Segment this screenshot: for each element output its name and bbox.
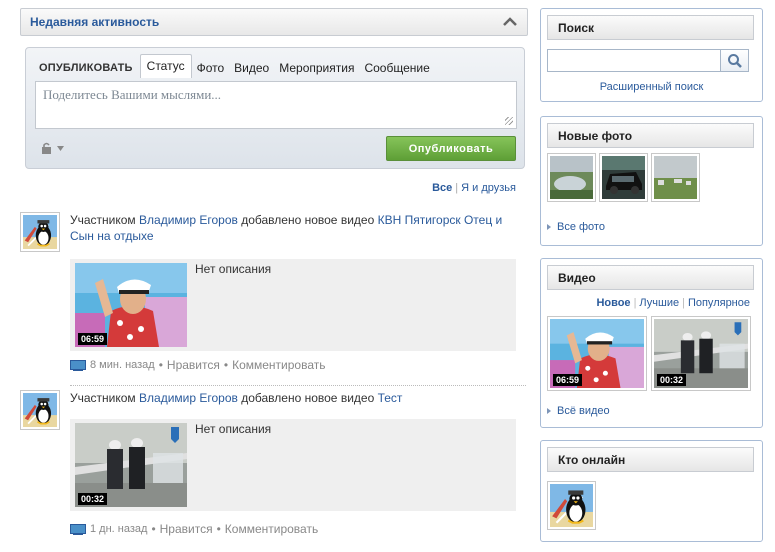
tab-video[interactable]: Видео bbox=[229, 58, 274, 78]
avatar[interactable] bbox=[20, 212, 60, 252]
tab-status[interactable]: Статус bbox=[139, 54, 192, 78]
video-description: Нет описания bbox=[195, 422, 272, 436]
video-thumbnail[interactable]: 06:59 bbox=[547, 316, 647, 391]
privacy-selector[interactable] bbox=[41, 142, 64, 154]
online-widget: Кто онлайн bbox=[540, 440, 763, 542]
publisher-tabs: ОПУБЛИКОВАТЬ Статус Фото Видео Мероприят… bbox=[39, 54, 435, 78]
activity-header: Недавняя активность bbox=[20, 8, 528, 36]
video-thumbnail[interactable]: 00:32 bbox=[651, 316, 751, 391]
activity-title: Недавняя активность bbox=[30, 15, 160, 29]
video-thumbnail[interactable]: 06:59 bbox=[75, 263, 187, 347]
feed-meta: 8 мин. назад • Нравится • Комментировать bbox=[70, 358, 326, 372]
search-icon bbox=[727, 53, 742, 68]
tab-events[interactable]: Мероприятия bbox=[274, 58, 359, 78]
filter-separator: | bbox=[455, 182, 459, 194]
video-tab-new[interactable]: Новое bbox=[596, 297, 630, 309]
search-widget: Поиск Расширенный поиск bbox=[540, 8, 763, 102]
video-widget: Видео Новое | Лучшие | Популярное 06:59 … bbox=[540, 258, 763, 428]
feed-text: Участником Владимир Егоров добавлено нов… bbox=[70, 213, 503, 243]
video-duration: 00:32 bbox=[78, 493, 108, 505]
feed-user-link[interactable]: Владимир Егоров bbox=[139, 213, 238, 227]
collapse-icon[interactable] bbox=[501, 13, 519, 31]
video-widget-title: Видео bbox=[547, 265, 754, 290]
video-thumbnail[interactable]: 00:32 bbox=[75, 423, 187, 507]
comment-link[interactable]: Комментировать bbox=[225, 522, 318, 536]
advanced-search-link[interactable]: Расширенный поиск bbox=[600, 81, 704, 93]
feed-time: 8 мин. назад bbox=[90, 359, 155, 371]
video-duration: 00:32 bbox=[657, 374, 687, 386]
status-placeholder: Поделитесь Вашими мыслями... bbox=[43, 87, 222, 102]
video-tab-best[interactable]: Лучшие bbox=[639, 297, 679, 309]
publish-button[interactable]: Опубликовать bbox=[386, 136, 516, 161]
media-box: 06:59 Нет описания bbox=[70, 259, 516, 351]
filter-all[interactable]: Все bbox=[432, 182, 452, 194]
caret-right-icon bbox=[547, 224, 551, 230]
video-type-icon bbox=[70, 524, 86, 535]
search-widget-title: Поиск bbox=[547, 15, 754, 40]
publisher-box: ОПУБЛИКОВАТЬ Статус Фото Видео Мероприят… bbox=[25, 47, 525, 169]
caret-right-icon bbox=[547, 408, 551, 414]
video-duration: 06:59 bbox=[78, 333, 108, 345]
like-link[interactable]: Нравится bbox=[160, 522, 213, 536]
filter-me-and-friends[interactable]: Я и друзья bbox=[461, 182, 516, 194]
photos-widget-title: Новые фото bbox=[547, 123, 754, 148]
photos-widget: Новые фото Все фото bbox=[540, 116, 763, 246]
photo-thumbnail[interactable] bbox=[547, 153, 596, 202]
feed-divider bbox=[70, 385, 526, 386]
all-photos-link[interactable]: Все фото bbox=[547, 221, 605, 233]
search-input[interactable] bbox=[547, 49, 720, 72]
media-box: 00:32 Нет описания bbox=[70, 419, 516, 511]
avatar[interactable] bbox=[20, 390, 60, 430]
photo-thumbnail[interactable] bbox=[599, 153, 648, 202]
online-widget-title: Кто онлайн bbox=[547, 447, 754, 472]
feed-text: Участником Владимир Егоров добавлено нов… bbox=[70, 391, 403, 405]
lock-icon bbox=[42, 142, 51, 154]
like-link[interactable]: Нравится bbox=[167, 358, 220, 372]
feed-user-link[interactable]: Владимир Егоров bbox=[139, 391, 238, 405]
main-column: Недавняя активность ОПУБЛИКОВАТЬ Статус … bbox=[20, 8, 528, 536]
video-description: Нет описания bbox=[195, 262, 272, 276]
video-type-icon bbox=[70, 360, 86, 371]
publisher-lead: ОПУБЛИКОВАТЬ bbox=[39, 62, 133, 74]
comment-link[interactable]: Комментировать bbox=[232, 358, 325, 372]
video-tab-popular[interactable]: Популярное bbox=[688, 297, 750, 309]
all-videos-link[interactable]: Всё видео bbox=[547, 405, 610, 417]
feed-video-link[interactable]: Тест bbox=[378, 391, 403, 405]
tab-message[interactable]: Сообщение bbox=[359, 58, 434, 78]
search-button[interactable] bbox=[720, 49, 749, 72]
chevron-down-icon bbox=[57, 145, 64, 151]
feed-time: 1 дн. назад bbox=[90, 523, 148, 535]
feed-filter: Все | Я и друзья bbox=[432, 182, 516, 194]
avatar[interactable] bbox=[547, 481, 596, 530]
video-tabs: Новое | Лучшие | Популярное bbox=[596, 297, 750, 309]
feed-meta: 1 дн. назад • Нравится • Комментировать bbox=[70, 522, 318, 536]
video-duration: 06:59 bbox=[553, 374, 583, 386]
status-input[interactable]: Поделитесь Вашими мыслями... bbox=[35, 81, 517, 129]
photo-thumbnail[interactable] bbox=[651, 153, 700, 202]
tab-photo[interactable]: Фото bbox=[192, 58, 230, 78]
resize-handle-icon[interactable] bbox=[505, 117, 513, 125]
